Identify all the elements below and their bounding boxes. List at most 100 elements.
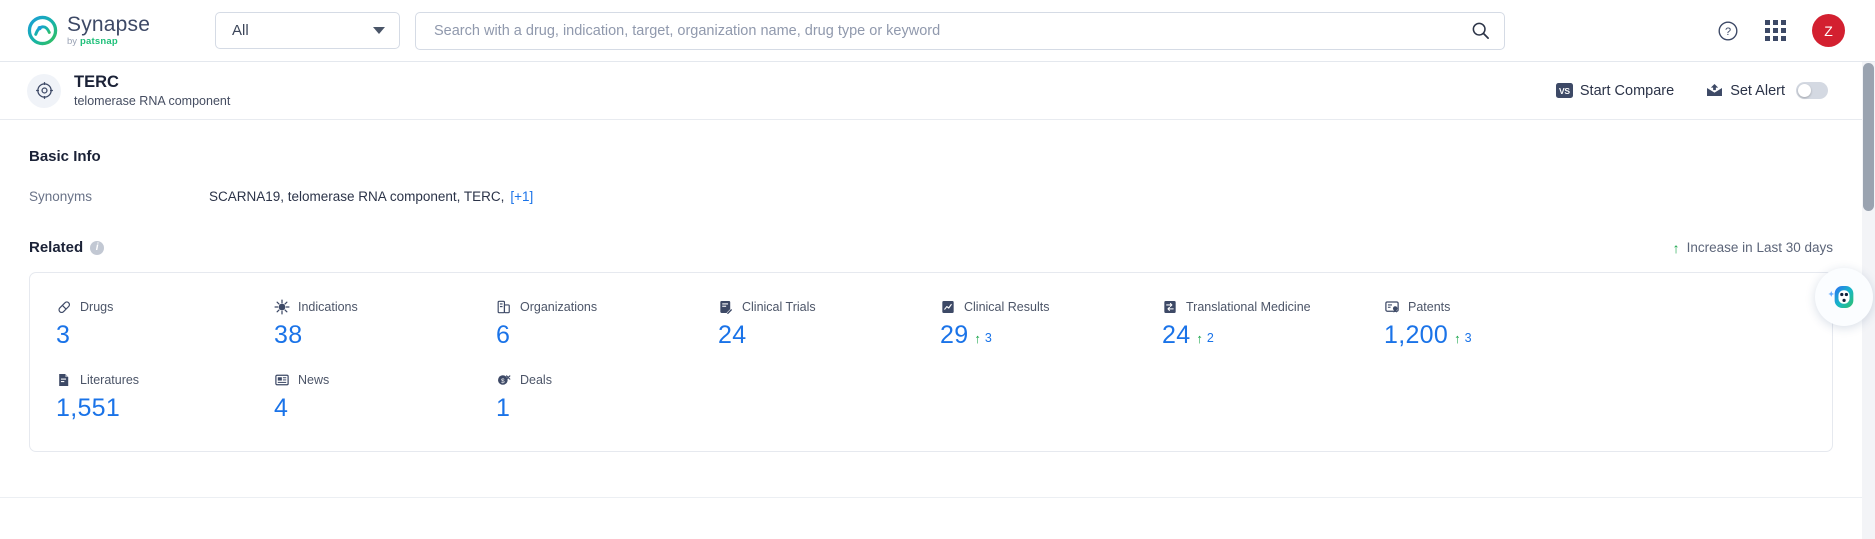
pill-icon [58,301,70,313]
stat-label: News [298,373,330,387]
synonyms-more-link[interactable]: [+1] [510,189,533,204]
info-icon[interactable]: i [90,240,105,255]
user-avatar[interactable]: Z [1812,14,1845,47]
stat-head: Patents [1384,299,1584,315]
search-scope-select[interactable]: All [215,12,400,49]
stat-value-row: 1,551 [56,396,252,421]
stat-value: 1,551 [56,394,121,422]
stat-value: 24 [1162,321,1191,349]
stat-value: 38 [274,321,303,349]
help-button[interactable]: ? [1717,20,1739,42]
title-actions: VS Start Compare Set Alert [1555,82,1828,99]
patent-icon [1385,301,1399,313]
app-page: Synapse by patsnap All Search with a dru… [0,0,1875,539]
stat-delta: ↑ 2 [1196,332,1213,345]
news-icon [275,374,289,386]
stat-head: Drugs [56,299,252,315]
organization-icon [497,300,510,314]
up-arrow-icon: ↑ [1672,239,1680,256]
start-compare-button[interactable]: VS Start Compare [1555,82,1675,99]
stat-tile-translational-medicine[interactable]: Translational Medicine 24 ↑ 2 [1140,299,1362,348]
stat-label: Organizations [520,300,598,314]
related-stats-row-2: Literatures 1,551 News 4 $ Deals 1 [30,372,1832,421]
clinical-result-icon [942,301,954,313]
header-icon-group: ? Z [1717,14,1845,47]
top-header: Synapse by patsnap All Search with a dru… [0,0,1875,62]
stat-tile-news[interactable]: News 4 [252,372,474,421]
stat-tile-deals[interactable]: $ Deals 1 [474,372,696,421]
logo-sub-brand: patsnap [80,36,118,48]
stat-value-row: 24 [718,323,918,348]
literature-icon [59,374,69,386]
search-scope-value: All [232,22,249,39]
stat-label: Literatures [80,373,140,387]
stat-delta-value: 2 [1206,331,1214,346]
synapse-logo[interactable]: Synapse by patsnap [27,14,177,47]
content-divider [0,497,1862,498]
stat-delta-value: 3 [984,331,992,346]
synonyms-text: SCARNA19, telomerase RNA component, TERC… [209,189,505,204]
search-input[interactable] [434,22,1471,39]
up-arrow-icon: ↑ [974,331,981,346]
stat-head: Translational Medicine [1162,299,1362,315]
global-search-box[interactable] [415,11,1505,50]
synapse-logo-icon [27,15,58,46]
clinical-trial-icon [720,301,733,315]
vertical-scrollbar-thumb[interactable] [1863,63,1874,211]
set-alert-label: Set Alert [1730,82,1785,99]
stat-label: Clinical Results [964,300,1050,314]
question-circle-icon: ? [1718,21,1738,40]
stat-delta-value: 3 [1464,331,1472,346]
basic-info-heading: Basic Info [29,148,101,165]
stat-tile-patents[interactable]: Patents 1,200 ↑ 3 [1362,299,1584,348]
set-alert-toggle[interactable] [1796,82,1828,99]
page-title: TERC [74,72,119,91]
stat-tile-drugs[interactable]: Drugs 3 [30,299,252,348]
stat-head: Literatures [56,372,252,388]
stat-head: News [274,372,474,388]
stat-value-row: 1 [496,396,696,421]
stat-value-row: 6 [496,323,696,348]
logo-sub-prefix: by [67,36,78,48]
stat-value-row: 1,200 ↑ 3 [1384,323,1584,348]
stat-tile-clinical-trials[interactable]: Clinical Trials 24 [696,299,918,348]
stat-head: Clinical Results [940,299,1140,315]
start-compare-label: Start Compare [1579,82,1675,99]
apps-grid-button[interactable] [1765,20,1786,41]
stat-value: 3 [56,321,71,349]
stat-head: Clinical Trials [718,299,918,315]
stat-tile-indications[interactable]: Indications 38 [252,299,474,348]
stat-value: 29 [940,321,969,349]
related-heading: Related [29,239,84,256]
stat-delta: ↑ 3 [974,332,991,345]
stat-value: 1 [496,394,511,422]
increase-legend-label: Increase in Last 30 days [1686,240,1833,255]
stat-label: Clinical Trials [742,300,816,314]
set-alert-control[interactable]: Set Alert [1706,82,1828,99]
stat-tile-clinical-results[interactable]: Clinical Results 29 ↑ 3 [918,299,1140,348]
stat-value-row: 29 ↑ 3 [940,323,1140,348]
search-submit-button[interactable] [1471,21,1490,40]
stat-label: Deals [520,373,552,387]
stat-tile-literatures[interactable]: Literatures 1,551 [30,372,252,421]
synonyms-label: Synonyms [29,189,93,204]
search-icon [1472,22,1489,39]
entity-meta: TERC telomerase RNA component [74,73,230,109]
entity-description: telomerase RNA component [74,94,231,109]
svg-text:?: ? [1725,26,1731,38]
up-arrow-icon: ↑ [1196,331,1203,346]
up-arrow-icon: ↑ [1454,331,1461,346]
stat-value: 24 [718,321,747,349]
stat-value: 6 [496,321,511,349]
stat-value-row: 38 [274,323,474,348]
stat-delta: ↑ 3 [1454,332,1471,345]
synonyms-values: SCARNA19, telomerase RNA component, TERC… [209,189,533,204]
related-header: Related i ↑ Increase in Last 30 days [29,239,1833,256]
related-stats-row-1: Drugs 3 Indications 38 Organizations 6 C… [30,299,1832,348]
stat-tile-organizations[interactable]: Organizations 6 [474,299,696,348]
grid-apps-icon [1765,20,1770,25]
svg-text:$: $ [501,378,505,385]
ai-assistant-button[interactable] [1815,268,1873,326]
logo-subtitle: by patsnap [67,37,150,47]
deal-icon: $ [498,375,511,385]
